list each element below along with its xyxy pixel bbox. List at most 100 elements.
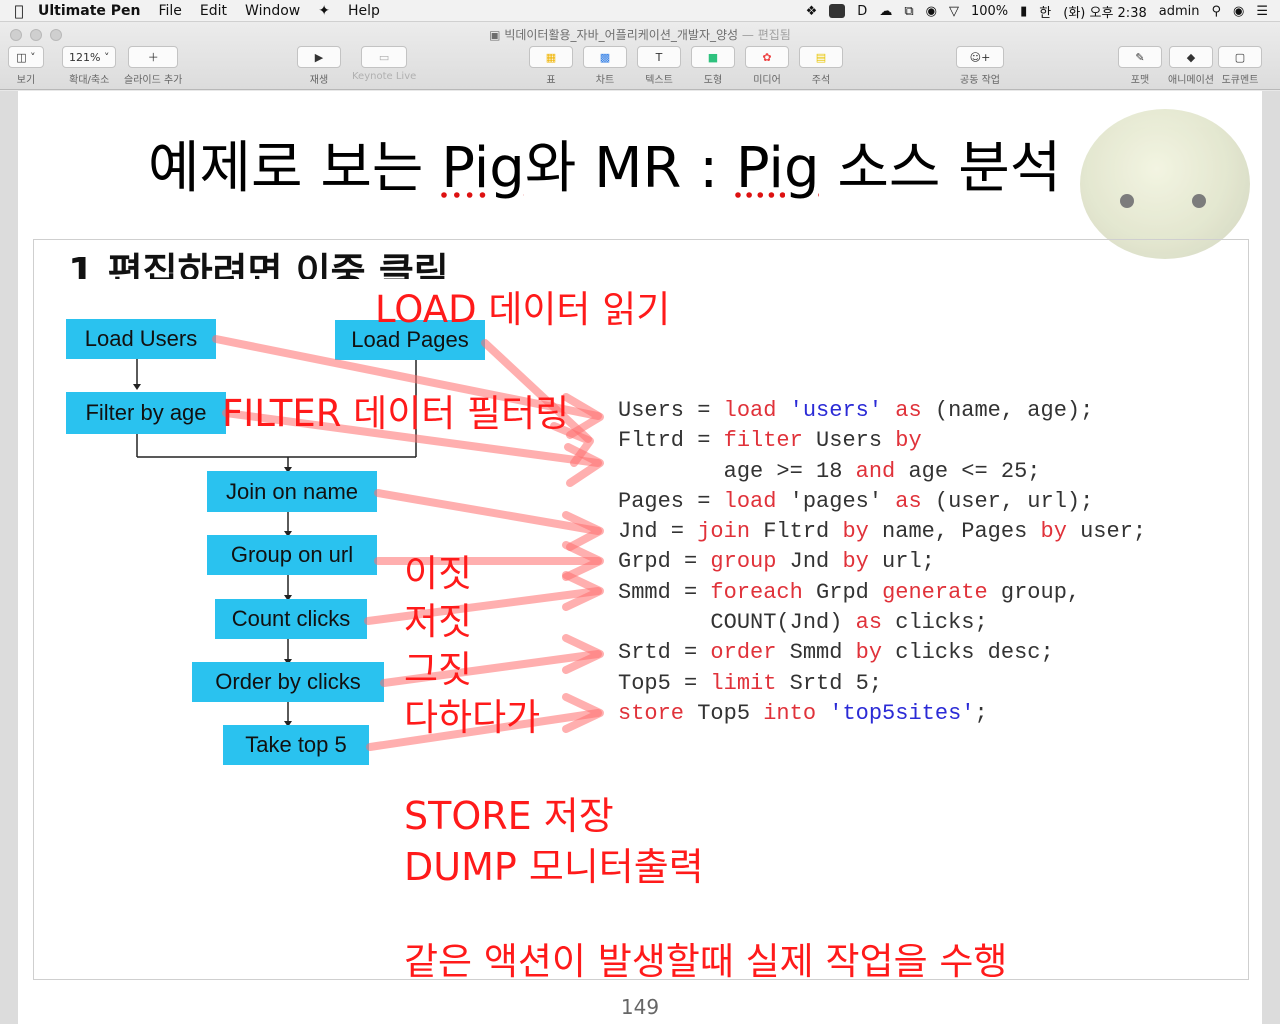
text-button[interactable]: T <box>637 46 681 68</box>
notification-icon[interactable]: ◉ <box>926 4 937 19</box>
note-load[interactable]: LOAD 데이터 읽기 <box>375 279 670 333</box>
format-button[interactable]: ✎ <box>1118 46 1162 68</box>
note-line-2[interactable]: 저짓 <box>404 591 472 645</box>
text-icon: T <box>655 50 663 64</box>
add-slide-label: 슬라이드 추가 <box>124 75 183 86</box>
document-name: 빅데이터활용_자바_어플리케이션_개발자_양성 <box>504 28 739 42</box>
document-title[interactable]: ▣ 빅데이터활용_자바_어플리케이션_개발자_양성 — 편집됨 <box>0 26 1280 43</box>
app-menu[interactable]: Ultimate Pen <box>38 3 140 19</box>
wifi-icon[interactable]: ▽ <box>949 4 959 19</box>
note-dump[interactable]: DUMP 모니터출력 <box>404 836 704 891</box>
sidebar-icon: ◫ ˅ <box>16 50 36 64</box>
screens-icon[interactable]: ⧉ <box>904 4 913 19</box>
media-icon: ✿ <box>762 50 772 64</box>
play-icon: ▶ <box>314 50 324 64</box>
chart-icon: ▩ <box>599 50 611 64</box>
user-menu[interactable]: admin <box>1159 4 1200 19</box>
keynote-live-label: Keynote Live <box>352 71 417 82</box>
keynote-live-button[interactable]: ▭ <box>361 46 408 68</box>
document-button[interactable]: ▢ <box>1218 46 1262 68</box>
menu-help[interactable]: Help <box>348 3 380 19</box>
window-toolbar: ▣ 빅데이터활용_자바_어플리케이션_개발자_양성 — 편집됨 ◫ ˅ 보기 1… <box>0 22 1280 90</box>
battery-percent: 100% <box>970 3 1009 19</box>
animate-tool[interactable]: ◆ 애니메이션 <box>1168 46 1214 86</box>
zoom-select[interactable]: 121% ˅ <box>62 46 117 68</box>
menu-window[interactable]: Window <box>245 3 300 19</box>
apple-menu-icon[interactable]:  <box>0 2 38 20</box>
battery-icon[interactable]: ▮ <box>1020 4 1027 19</box>
d-icon[interactable]: D <box>857 4 867 19</box>
comment-tool[interactable]: ▤ 주석 <box>799 46 843 86</box>
zoom-label: 확대/축소 <box>69 75 110 86</box>
shape-label: 도형 <box>703 75 723 86</box>
note-line-3[interactable]: 그짓 <box>404 639 472 693</box>
format-label: 포맷 <box>1130 75 1150 86</box>
shape-tool[interactable]: ■ 도형 <box>691 46 735 86</box>
note-filter[interactable]: FILTER 데이터 필터링 <box>222 383 569 437</box>
comment-button[interactable]: ▤ <box>799 46 843 68</box>
comment-label: 주석 <box>811 75 831 86</box>
table-label: 표 <box>546 75 556 86</box>
table-tool[interactable]: ▦ 표 <box>529 46 573 86</box>
spotlight-icon[interactable]: ⚲ <box>1211 4 1221 19</box>
format-tool[interactable]: ✎ 포맷 <box>1118 46 1162 86</box>
note-line-1[interactable]: 이짓 <box>404 543 472 597</box>
collaborate-button[interactable]: ☺+ <box>956 46 1004 68</box>
input-source[interactable]: 한 <box>1039 2 1051 21</box>
note-store[interactable]: STORE 저장 <box>404 785 614 840</box>
collaborate-icon: ☺+ <box>969 50 991 64</box>
menu-file[interactable]: File <box>158 3 181 19</box>
document-icon: ▣ <box>489 28 505 42</box>
play-button[interactable]: ▶ <box>297 46 341 68</box>
view-tool[interactable]: ◫ ˅ 보기 <box>8 46 44 86</box>
shape-icon: ■ <box>707 50 719 64</box>
clock[interactable]: (화) 오후 2:38 <box>1063 2 1146 21</box>
collaborate-tool[interactable]: ☺+ 공동 작업 <box>956 46 1004 86</box>
play-tool[interactable]: ▶ 재생 <box>297 46 341 86</box>
document-panel-icon: ▢ <box>1234 50 1246 64</box>
zoom-tool[interactable]: 121% ˅ 확대/축소 <box>62 46 117 86</box>
chart-tool[interactable]: ▩ 차트 <box>583 46 627 86</box>
script-menu-icon[interactable]: ✦ <box>318 3 330 19</box>
chevron-down-icon: ˅ <box>103 50 110 64</box>
table-icon: ▦ <box>545 50 557 64</box>
zoom-value: 121% <box>69 50 101 64</box>
siri-icon[interactable]: ◉ <box>1233 4 1244 19</box>
play-label: 재생 <box>309 75 329 86</box>
app-status-icon[interactable] <box>829 4 846 18</box>
table-button[interactable]: ▦ <box>529 46 573 68</box>
animate-label: 애니메이션 <box>1168 75 1214 86</box>
animate-button[interactable]: ◆ <box>1169 46 1213 68</box>
status-area: ❖ D ☁ ⧉ ◉ ▽ 100% ▮ 한 (화) 오후 2:38 admin ⚲… <box>806 0 1280 22</box>
chart-button[interactable]: ▩ <box>583 46 627 68</box>
view-button[interactable]: ◫ ˅ <box>8 46 44 68</box>
media-tool[interactable]: ✿ 미디어 <box>745 46 789 86</box>
note-action[interactable]: 같은 액션이 발생할때 실제 작업을 수행 <box>404 931 1007 985</box>
page-number: 149 <box>620 995 660 1019</box>
animate-icon: ◆ <box>1186 50 1196 64</box>
keynote-live-tool[interactable]: ▭ Keynote Live <box>352 46 416 82</box>
menu-bar:  Ultimate Pen File Edit Window ✦ Help ❖… <box>0 0 1280 22</box>
document-label: 도큐멘트 <box>1221 75 1259 86</box>
dropbox-icon[interactable]: ❖ <box>806 4 818 19</box>
shape-button[interactable]: ■ <box>691 46 735 68</box>
add-slide-button[interactable]: ＋ <box>128 46 179 68</box>
text-label: 텍스트 <box>645 75 673 86</box>
slide-canvas[interactable]: 예제로 보는 Pig와 MR : Pig 소스 분석 1 편집하려면 이중 클릭 <box>0 91 1280 1024</box>
chart-label: 차트 <box>595 75 615 86</box>
view-label: 보기 <box>16 75 36 86</box>
note-line-4[interactable]: 다하다가 <box>404 687 540 741</box>
collaborate-label: 공동 작업 <box>960 75 1000 86</box>
plus-icon: ＋ <box>147 51 159 64</box>
menu-edit[interactable]: Edit <box>200 3 227 19</box>
document-status: — 편집됨 <box>741 28 791 42</box>
document-tool[interactable]: ▢ 도큐멘트 <box>1218 46 1262 86</box>
keynote-live-icon: ▭ <box>378 50 390 64</box>
cloud-icon[interactable]: ☁ <box>879 4 892 19</box>
notification-center-icon[interactable]: ☰ <box>1256 4 1268 19</box>
add-slide-tool[interactable]: ＋ 슬라이드 추가 <box>124 46 182 86</box>
format-brush-icon: ✎ <box>1135 50 1145 64</box>
media-button[interactable]: ✿ <box>745 46 789 68</box>
text-tool[interactable]: T 텍스트 <box>637 46 681 86</box>
slide[interactable]: 예제로 보는 Pig와 MR : Pig 소스 분석 1 편집하려면 이중 클릭 <box>18 91 1262 1024</box>
